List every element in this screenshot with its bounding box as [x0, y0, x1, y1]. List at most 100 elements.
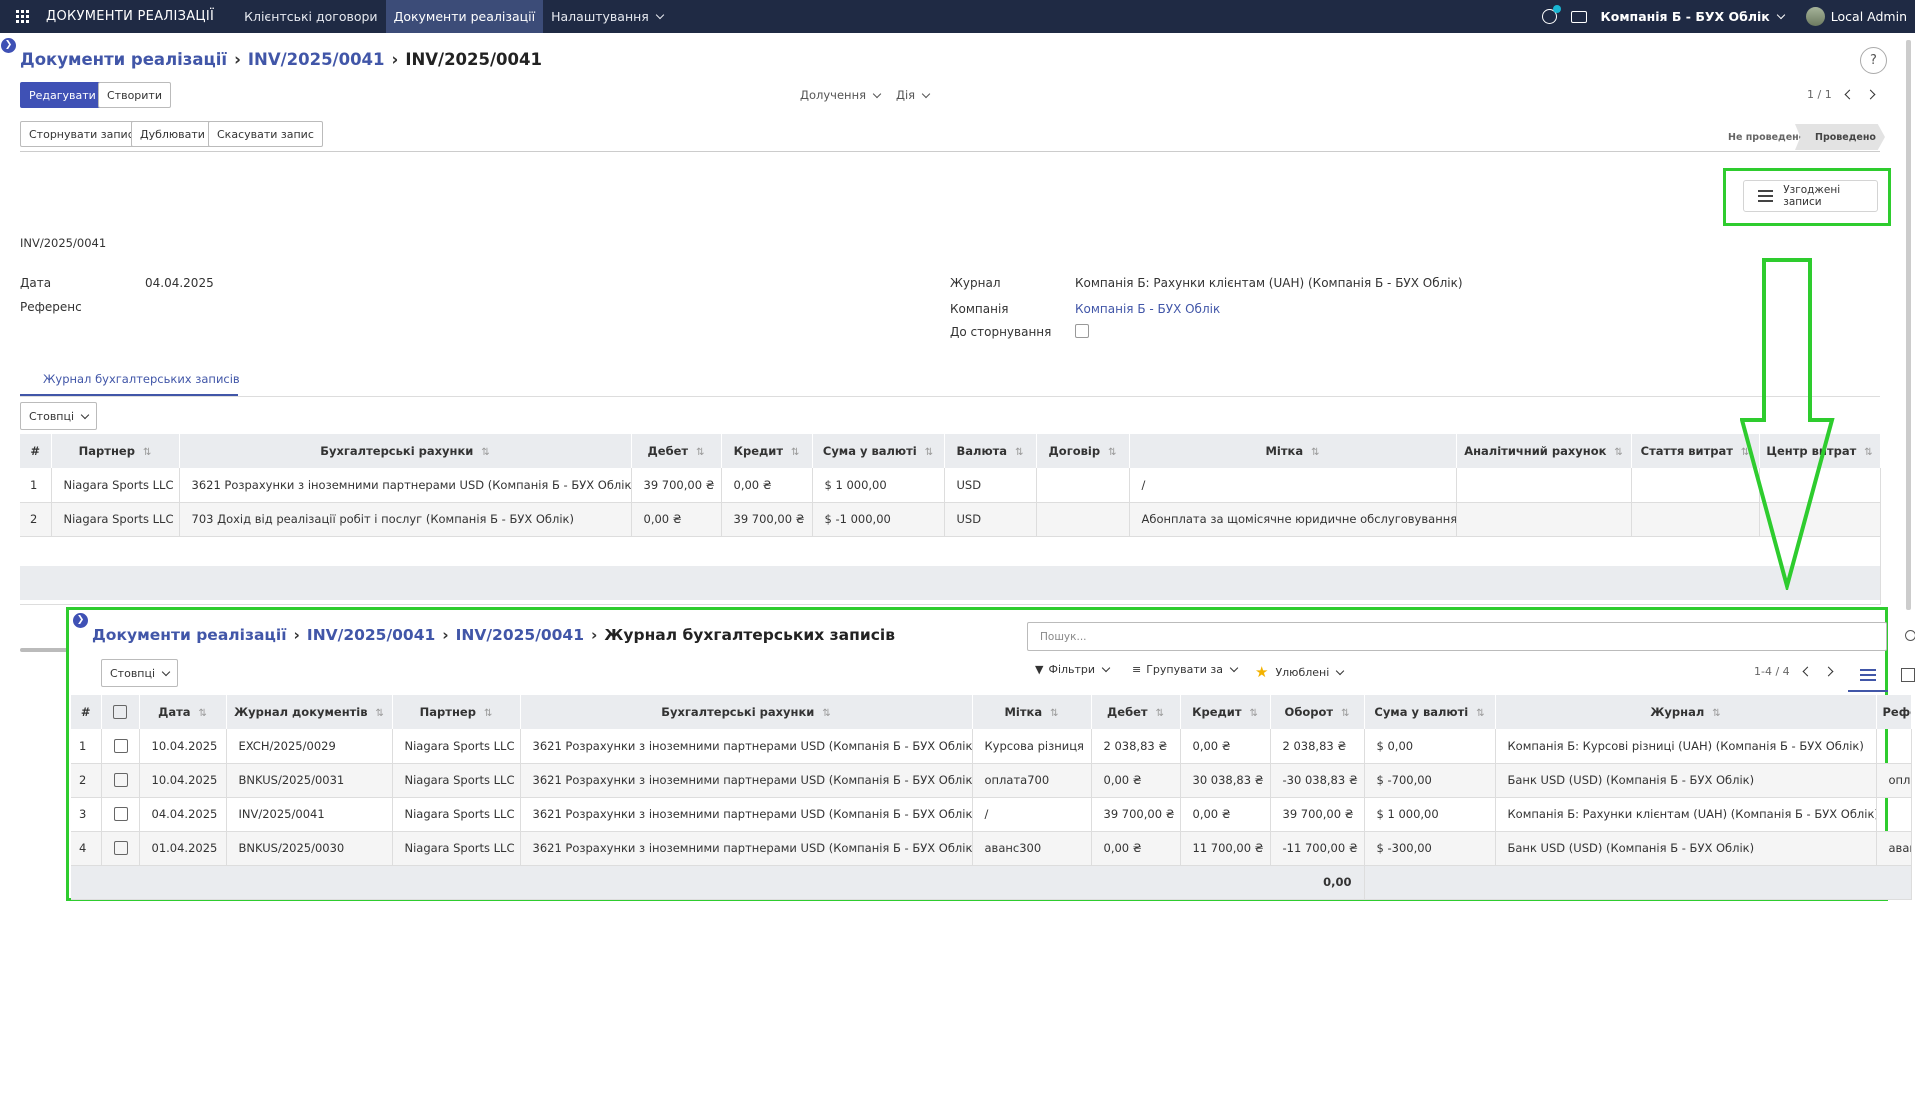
- nav-item-sales-docs[interactable]: Документи реалізації: [385, 0, 544, 33]
- table-cell[interactable]: BNKUS/2025/0031: [226, 763, 393, 798]
- table-cell[interactable]: [1876, 797, 1912, 832]
- table-cell[interactable]: $ 1 000,00: [1364, 797, 1496, 832]
- sort-icon[interactable]: ⇅: [143, 447, 151, 458]
- company-value[interactable]: Компанія Б - БУХ Облік: [1075, 302, 1220, 316]
- avatar[interactable]: [1805, 7, 1825, 26]
- chat-icon[interactable]: [1570, 10, 1587, 23]
- table-cell[interactable]: 3621 Розрахунки з іноземними партнерами …: [179, 468, 632, 503]
- table-cell[interactable]: $ 0,00: [1364, 729, 1496, 764]
- cancel-entry-button[interactable]: Скасувати запис: [208, 121, 323, 147]
- table-cell[interactable]: 39 700,00 ₴: [721, 502, 813, 537]
- column-header[interactable]: Партнер ⇅: [51, 434, 180, 468]
- table-cell[interactable]: [1876, 729, 1912, 764]
- create-button[interactable]: Створити: [98, 82, 171, 108]
- breadcrumb-link-invoice[interactable]: INV/2025/0041: [248, 50, 385, 69]
- table-cell[interactable]: 01.04.2025: [139, 831, 227, 866]
- table-cell[interactable]: 04.04.2025: [139, 797, 227, 832]
- table-cell[interactable]: 0,00 ₴: [631, 502, 722, 537]
- duplicate-button[interactable]: Дублювати: [131, 121, 214, 147]
- table-cell[interactable]: 39 700,00 ₴: [1270, 797, 1365, 832]
- table-cell[interactable]: [1036, 468, 1130, 503]
- column-header[interactable]: Оборот ⇅: [1270, 695, 1365, 729]
- column-header[interactable]: Партнер ⇅: [392, 695, 521, 729]
- column-header[interactable]: #: [71, 695, 102, 729]
- row-checkbox[interactable]: [113, 739, 128, 753]
- sort-icon[interactable]: ⇅: [1250, 708, 1258, 719]
- table-cell[interactable]: 2 038,83 ₴: [1270, 729, 1365, 764]
- sort-icon[interactable]: ⇅: [376, 708, 384, 719]
- table-cell[interactable]: Компанія Б: Курсові різниці (UAH) (Компа…: [1495, 729, 1877, 764]
- breadcrumb-link-root[interactable]: Документи реалізації: [20, 50, 227, 69]
- action-dropdown[interactable]: Дія: [896, 88, 931, 102]
- apps-menu-icon[interactable]: [16, 9, 30, 24]
- table-row[interactable]: 4 01.04.2025 BNKUS/2025/0030 Niagara Sports…: [71, 831, 1912, 866]
- journal-value[interactable]: Компанія Б: Рахунки клієнтам (UAH) (Комп…: [1075, 276, 1463, 290]
- table-cell[interactable]: -30 038,83 ₴: [1270, 763, 1365, 798]
- date-value[interactable]: 04.04.2025: [145, 276, 214, 290]
- table-cell[interactable]: $ -700,00: [1364, 763, 1496, 798]
- column-header[interactable]: Бухгалтерські рахунки ⇅: [179, 434, 632, 468]
- table-cell[interactable]: 0,00 ₴: [1091, 763, 1181, 798]
- group-by-dropdown[interactable]: ≡ Групувати за: [1132, 663, 1239, 676]
- column-header[interactable]: Договір ⇅: [1036, 434, 1130, 468]
- table-cell[interactable]: BNKUS/2025/0030: [226, 831, 393, 866]
- stage-posted[interactable]: Проведено: [1795, 124, 1885, 150]
- table-row[interactable]: 1 Niagara Sports LLC 3621 Розрахунки з іно…: [20, 468, 1881, 503]
- table-cell[interactable]: [101, 763, 140, 798]
- pager-value[interactable]: 1 / 1: [1807, 88, 1832, 101]
- column-header[interactable]: Рефе: [1876, 695, 1912, 729]
- table-cell[interactable]: 3621 Розрахунки з іноземними партнерами …: [520, 797, 973, 832]
- table-cell[interactable]: оплата700: [972, 763, 1092, 798]
- column-header[interactable]: Бухгалтерські рахунки ⇅: [520, 695, 973, 729]
- table-cell[interactable]: Банк USD (USD) (Компанія Б - БУХ Облік): [1495, 831, 1877, 866]
- table-cell[interactable]: 3621 Розрахунки з іноземними партнерами …: [520, 763, 973, 798]
- column-header[interactable]: Валюта ⇅: [944, 434, 1037, 468]
- table-cell[interactable]: 2: [20, 502, 52, 537]
- table-cell[interactable]: USD: [944, 468, 1037, 503]
- table-cell[interactable]: 3: [71, 797, 102, 832]
- table-cell[interactable]: Niagara Sports LLC: [51, 468, 180, 503]
- table-cell[interactable]: 3621 Розрахунки з іноземними партнерами …: [520, 729, 973, 764]
- column-header[interactable]: Сума у валюті ⇅: [1364, 695, 1496, 729]
- search-input[interactable]: Пошук...: [1027, 622, 1887, 651]
- row-checkbox[interactable]: [113, 841, 128, 856]
- table-cell[interactable]: 1: [20, 468, 52, 503]
- select-all-checkbox[interactable]: [113, 705, 127, 720]
- reverse-entry-button[interactable]: Сторнувати запис: [20, 121, 143, 147]
- nav-item-contracts[interactable]: Клієнтські договори: [236, 0, 385, 33]
- sort-icon[interactable]: ⇅: [1015, 447, 1023, 458]
- table-cell[interactable]: /: [972, 797, 1092, 832]
- column-header[interactable]: [101, 695, 140, 729]
- tab-journal-items[interactable]: Журнал бухгалтерських записів: [43, 372, 240, 394]
- table-cell[interactable]: Курсова різниця: [972, 729, 1092, 764]
- row-checkbox[interactable]: [113, 807, 128, 822]
- nav-item-settings[interactable]: Налаштування: [543, 0, 671, 33]
- table-cell[interactable]: 30 038,83 ₴: [1180, 763, 1271, 798]
- table-cell[interactable]: 0,00 ₴: [1180, 729, 1271, 764]
- columns-button[interactable]: Стовпці: [101, 659, 179, 687]
- sort-icon[interactable]: ⇅: [791, 447, 799, 458]
- breadcrumb-link-root[interactable]: Документи реалізації: [92, 626, 287, 644]
- columns-button[interactable]: Стовпці: [20, 402, 98, 430]
- sort-icon[interactable]: ⇅: [484, 708, 492, 719]
- expand-chatter-icon[interactable]: ❯: [1, 38, 16, 53]
- table-cell[interactable]: [101, 729, 140, 764]
- pager-next-icon[interactable]: [1865, 89, 1876, 100]
- table-cell[interactable]: EXCH/2025/0029: [226, 729, 393, 764]
- pager-prev-icon[interactable]: [1844, 89, 1855, 100]
- sort-icon[interactable]: ⇅: [1614, 447, 1622, 458]
- pager-value[interactable]: 1-4 / 4: [1754, 665, 1790, 678]
- table-cell[interactable]: опла: [1876, 763, 1912, 798]
- column-header[interactable]: Кредит ⇅: [1180, 695, 1271, 729]
- edit-button[interactable]: Редагувати: [20, 82, 105, 108]
- table-cell[interactable]: 703 Дохід від реалізації робіт і послуг …: [179, 502, 632, 537]
- column-header[interactable]: Кредит ⇅: [721, 434, 813, 468]
- sort-icon[interactable]: ⇅: [481, 447, 489, 458]
- sort-icon[interactable]: ⇅: [1156, 708, 1164, 719]
- column-header[interactable]: Мітка ⇅: [1129, 434, 1457, 468]
- row-checkbox[interactable]: [113, 773, 128, 788]
- list-view-icon[interactable]: [1848, 660, 1888, 692]
- table-row[interactable]: 3 04.04.2025 INV/2025/0041 Niagara Sports L…: [71, 797, 1912, 832]
- breadcrumb-link-invoice-2[interactable]: INV/2025/0041: [456, 626, 584, 644]
- table-cell[interactable]: 2: [71, 763, 102, 798]
